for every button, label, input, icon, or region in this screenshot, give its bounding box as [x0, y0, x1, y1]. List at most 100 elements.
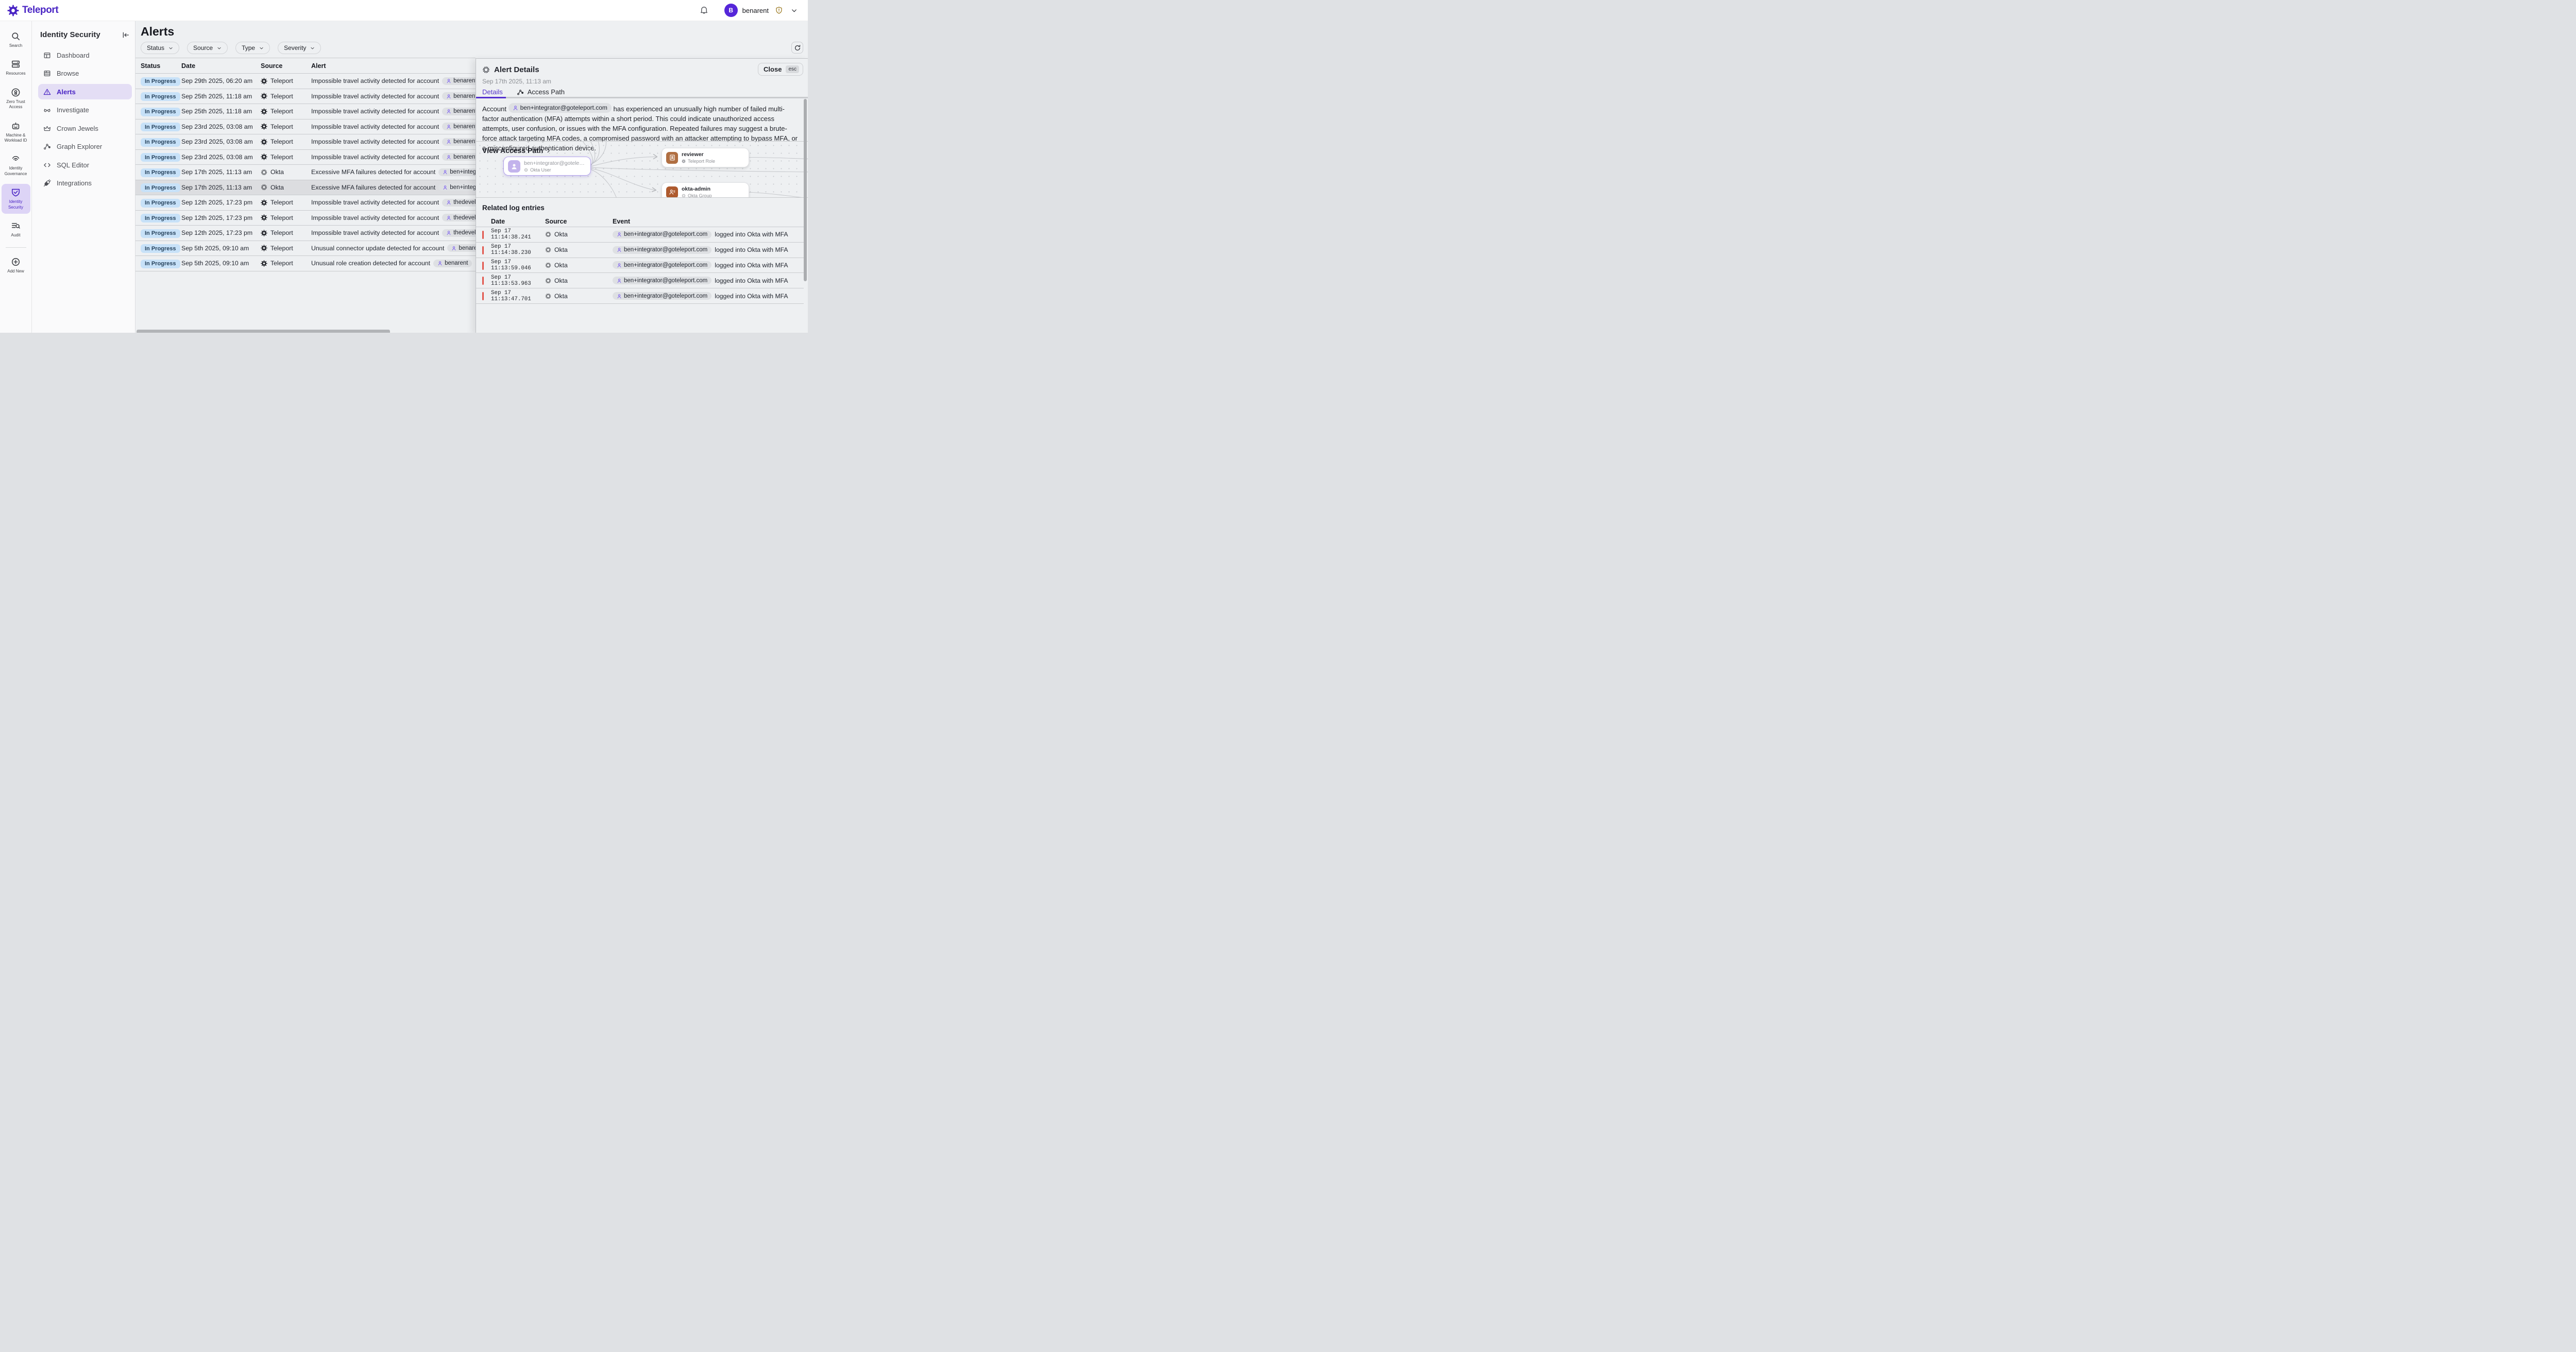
person-icon — [446, 94, 451, 99]
servers-icon — [11, 59, 21, 69]
account-chip[interactable]: ben+integrator@goteleport.com — [438, 168, 476, 176]
tab-access-path[interactable]: Access Path — [517, 88, 565, 96]
alert-row-selected[interactable]: In Progress Sep 17th 2025, 11:13 am Okta… — [135, 180, 476, 196]
okta-icon — [545, 231, 551, 237]
graph-node-reviewer[interactable]: reviewer Teleport Role — [662, 148, 749, 167]
status-badge: In Progress — [141, 244, 180, 253]
refresh-button[interactable] — [791, 42, 803, 54]
status-badge: In Progress — [141, 260, 180, 268]
subnav-title: Identity Security — [40, 30, 100, 39]
filter-status[interactable]: Status — [141, 42, 179, 54]
alert-row[interactable]: In Progress Sep 12th 2025, 17:23 pm Tele… — [135, 195, 476, 211]
person-icon — [451, 246, 456, 251]
table-icon — [43, 70, 51, 77]
filter-type[interactable]: Type — [235, 42, 270, 54]
collapse-sidebar-icon[interactable] — [122, 31, 130, 39]
alert-row[interactable]: In Progress Sep 12th 2025, 17:23 pm Tele… — [135, 226, 476, 241]
person-icon — [446, 78, 451, 83]
account-chip[interactable]: benarent — [442, 108, 476, 115]
alerts-table: Status Date Source Alert In Progress Sep… — [135, 58, 476, 271]
account-chip[interactable]: benarent — [433, 260, 472, 267]
tab-details[interactable]: Details — [482, 88, 503, 96]
account-chip[interactable]: thedevelopnik — [442, 214, 476, 221]
account-chip[interactable]: ben+integrator@goteleport.com — [613, 277, 711, 284]
account-chip[interactable]: benarent — [442, 153, 476, 161]
alert-row[interactable]: In Progress Sep 5th 2025, 09:10 am Telep… — [135, 241, 476, 256]
alert-row[interactable]: In Progress Sep 12th 2025, 17:23 pm Tele… — [135, 211, 476, 226]
teleport-icon — [261, 78, 267, 84]
robot-icon — [11, 121, 21, 131]
rail-item-zero-trust-access[interactable]: Zero Trust Access — [2, 84, 30, 114]
account-chip[interactable]: benarent — [442, 92, 476, 100]
rail-item-add-new[interactable]: Add New — [2, 253, 30, 278]
view-access-path-link[interactable]: View Access Path — [482, 146, 551, 155]
teleport-icon — [261, 230, 267, 236]
subnav-item-alerts[interactable]: Alerts — [38, 84, 132, 99]
account-chip[interactable]: benarent — [447, 244, 476, 252]
subnav-item-graph-explorer[interactable]: Graph Explorer — [38, 139, 132, 155]
subnav-item-dashboard[interactable]: Dashboard — [38, 47, 132, 63]
teleport-icon — [261, 108, 267, 115]
warning-triangle-icon — [43, 88, 51, 96]
graph-node-okta-admin[interactable]: okta-admin Okta Group — [662, 182, 749, 198]
rail-item-search[interactable]: Search — [2, 28, 30, 52]
log-table-header: Date Source Event — [476, 216, 804, 227]
subnav-item-investigate[interactable]: Investigate — [38, 102, 132, 118]
alert-row[interactable]: In Progress Sep 23rd 2025, 03:08 am Tele… — [135, 119, 476, 135]
account-chip[interactable]: benarent — [442, 138, 476, 146]
filter-severity[interactable]: Severity — [278, 42, 321, 54]
rail-item-resources[interactable]: Resources — [2, 56, 30, 80]
filter-source[interactable]: Source — [187, 42, 228, 54]
alert-row[interactable]: In Progress Sep 25th 2025, 11:18 am Tele… — [135, 89, 476, 105]
person-icon — [617, 294, 622, 299]
alert-row[interactable]: In Progress Sep 5th 2025, 09:10 am Telep… — [135, 256, 476, 271]
account-chip[interactable]: thedevelopnik — [442, 229, 476, 237]
panel-timestamp: Sep 17th 2025, 11:13 am — [482, 78, 551, 85]
teleport-logo[interactable]: Teleport — [7, 5, 58, 16]
account-chip[interactable]: ben+integrator@goteleport.com — [613, 292, 711, 300]
shield-check-icon — [11, 187, 21, 197]
rail-item-audit[interactable]: Audit — [2, 217, 30, 242]
chevron-down-icon — [310, 46, 315, 50]
log-row: Sep 17 11:13:47.701 Okta ben+integrator@… — [476, 288, 804, 304]
alert-row[interactable]: In Progress Sep 29th 2025, 06:20 am Tele… — [135, 74, 476, 89]
teleport-icon — [261, 260, 267, 267]
alert-row[interactable]: In Progress Sep 23rd 2025, 03:08 am Tele… — [135, 150, 476, 165]
status-badge: In Progress — [141, 138, 180, 147]
brand-name: Teleport — [22, 5, 58, 16]
account-chip[interactable]: benarent — [442, 123, 476, 130]
rail-item-identity-governance[interactable]: Identity Governance — [2, 150, 30, 180]
account-chip[interactable]: ben+integrator@goteleport.com — [438, 183, 476, 191]
graph-node-okta-user[interactable]: ben+integrator@goteleport.c... Okta User — [503, 157, 591, 176]
status-badge: In Progress — [141, 77, 180, 86]
account-chip[interactable]: thedevelopnik — [442, 199, 476, 207]
log-row: Sep 17 11:14:38.241 Okta ben+integrator@… — [476, 227, 804, 243]
search-icon — [11, 31, 21, 41]
account-chip[interactable]: ben+integrator@goteleport.com — [509, 103, 612, 113]
vertical-scrollbar[interactable] — [804, 99, 807, 281]
alert-row[interactable]: In Progress Sep 17th 2025, 11:13 am Okta… — [135, 165, 476, 180]
account-chip[interactable]: ben+integrator@goteleport.com — [613, 246, 711, 254]
subnav-item-integrations[interactable]: Integrations — [38, 176, 132, 191]
alert-row[interactable]: In Progress Sep 23rd 2025, 03:08 am Tele… — [135, 134, 476, 150]
graph-nodes-icon — [43, 143, 51, 150]
subnav-item-browse[interactable]: Browse — [38, 66, 132, 81]
alert-row[interactable]: In Progress Sep 25th 2025, 11:18 am Tele… — [135, 104, 476, 119]
close-button[interactable]: Close esc — [758, 63, 803, 76]
chevron-down-icon — [791, 7, 798, 14]
subnav-item-crown-jewels[interactable]: Crown Jewels — [38, 121, 132, 136]
status-badge: In Progress — [141, 199, 180, 208]
status-badge: In Progress — [141, 92, 180, 101]
account-chip[interactable]: benarent — [442, 77, 476, 85]
severity-accent-bar — [482, 231, 484, 239]
rail-item-machine-workload-id[interactable]: Machine & Workload ID — [2, 117, 30, 147]
horizontal-scrollbar[interactable] — [137, 330, 390, 333]
person-icon — [443, 169, 448, 175]
user-menu[interactable]: B benarent — [724, 4, 798, 17]
account-chip[interactable]: ben+integrator@goteleport.com — [613, 231, 711, 238]
subnav-item-sql-editor[interactable]: SQL Editor — [38, 157, 132, 173]
account-chip[interactable]: ben+integrator@goteleport.com — [613, 261, 711, 269]
notifications-bell-icon[interactable] — [699, 6, 709, 15]
teleport-icon — [261, 245, 267, 251]
rail-item-identity-security[interactable]: Identity Security — [2, 184, 30, 214]
